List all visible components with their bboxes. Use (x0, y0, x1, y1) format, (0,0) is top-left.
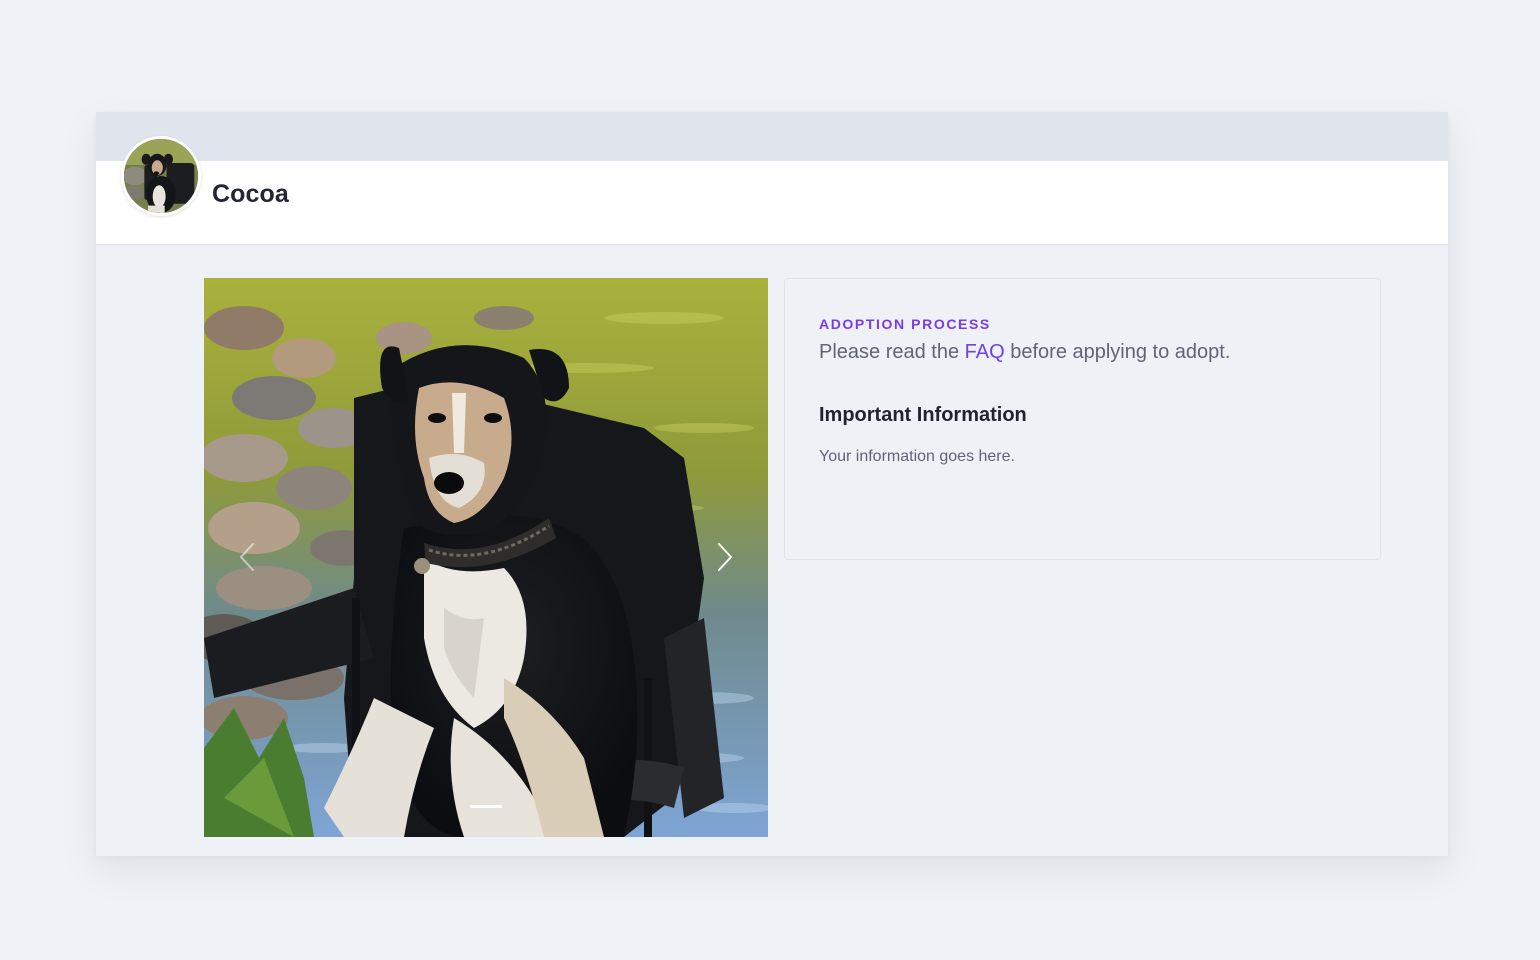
important-information-body: Your information goes here. (819, 448, 1015, 465)
avatar (121, 136, 201, 216)
carousel-prev-button[interactable] (232, 542, 262, 572)
lead-suffix: before applying to adopt. (1004, 341, 1231, 363)
faq-link[interactable]: FAQ (965, 341, 1005, 363)
chevron-right-icon (718, 543, 732, 571)
adoption-process-eyebrow: ADOPTION PROCESS (819, 316, 991, 332)
important-information-heading: Important Information (819, 404, 1027, 426)
dog-photo (204, 278, 768, 837)
pet-profile-card: Cocoa ADOPTION PROCESS Please read the F… (96, 112, 1448, 856)
profile-banner (96, 112, 1448, 161)
dog-avatar-image (124, 139, 198, 213)
chevron-left-icon (240, 543, 254, 571)
carousel-indicator-active[interactable] (470, 805, 502, 808)
carousel-next-button[interactable] (710, 542, 740, 572)
pet-name-title: Cocoa (212, 180, 289, 208)
adoption-info-panel: ADOPTION PROCESS Please read the FAQ bef… (784, 278, 1381, 560)
profile-header (96, 161, 1448, 245)
lead-prefix: Please read the (819, 341, 965, 363)
photo-carousel[interactable] (204, 278, 768, 837)
adoption-lead-text: Please read the FAQ before applying to a… (819, 339, 1346, 365)
